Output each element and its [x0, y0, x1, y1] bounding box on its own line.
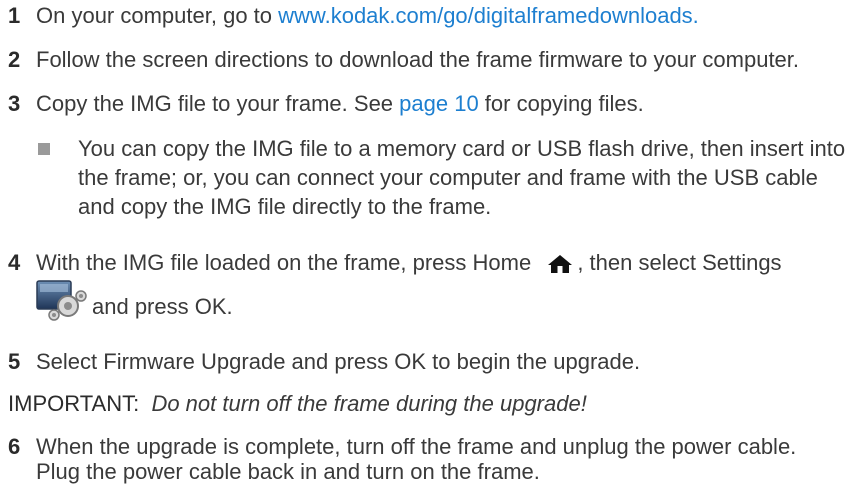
- step-6-continued: Plug the power cable back in and turn on…: [36, 459, 540, 484]
- step-number: 3: [8, 91, 21, 116]
- step-number: 2: [8, 47, 21, 72]
- home-icon: [548, 255, 573, 274]
- step-text: Copy the IMG file to your frame. See: [36, 91, 400, 116]
- step-text: Select Firmware Upgrade and press OK to …: [36, 349, 641, 374]
- step-text: and press OK.: [92, 294, 233, 319]
- step-text: When the upgrade is complete, turn off t…: [36, 434, 797, 459]
- step-text: for copying files.: [478, 91, 644, 116]
- bullet-line: the frame; or, you can connect your comp…: [78, 165, 818, 190]
- bullet-line: and copy the IMG file directly to the fr…: [78, 194, 492, 219]
- step-number: 6: [8, 434, 21, 459]
- step-text: On your computer, go to: [36, 3, 279, 28]
- bullet-marker: [38, 143, 50, 155]
- step-number: 4: [8, 250, 21, 275]
- step-text: With the IMG file loaded on the frame, p…: [36, 250, 538, 275]
- step-text: , then select Settings: [577, 250, 782, 275]
- bullet-line: You can copy the IMG file to a memory ca…: [78, 136, 846, 161]
- settings-icon: [36, 279, 88, 330]
- important-label: IMPORTANT:: [8, 391, 140, 416]
- download-link[interactable]: www.kodak.com/go/digitalframedownloads.: [278, 3, 699, 28]
- step-number: 1: [8, 3, 21, 28]
- step-number: 5: [8, 349, 21, 374]
- step-text: Follow the screen directions to download…: [36, 47, 800, 72]
- page-link[interactable]: page 10: [399, 91, 479, 116]
- important-text: Do not turn off the frame during the upg…: [151, 391, 587, 416]
